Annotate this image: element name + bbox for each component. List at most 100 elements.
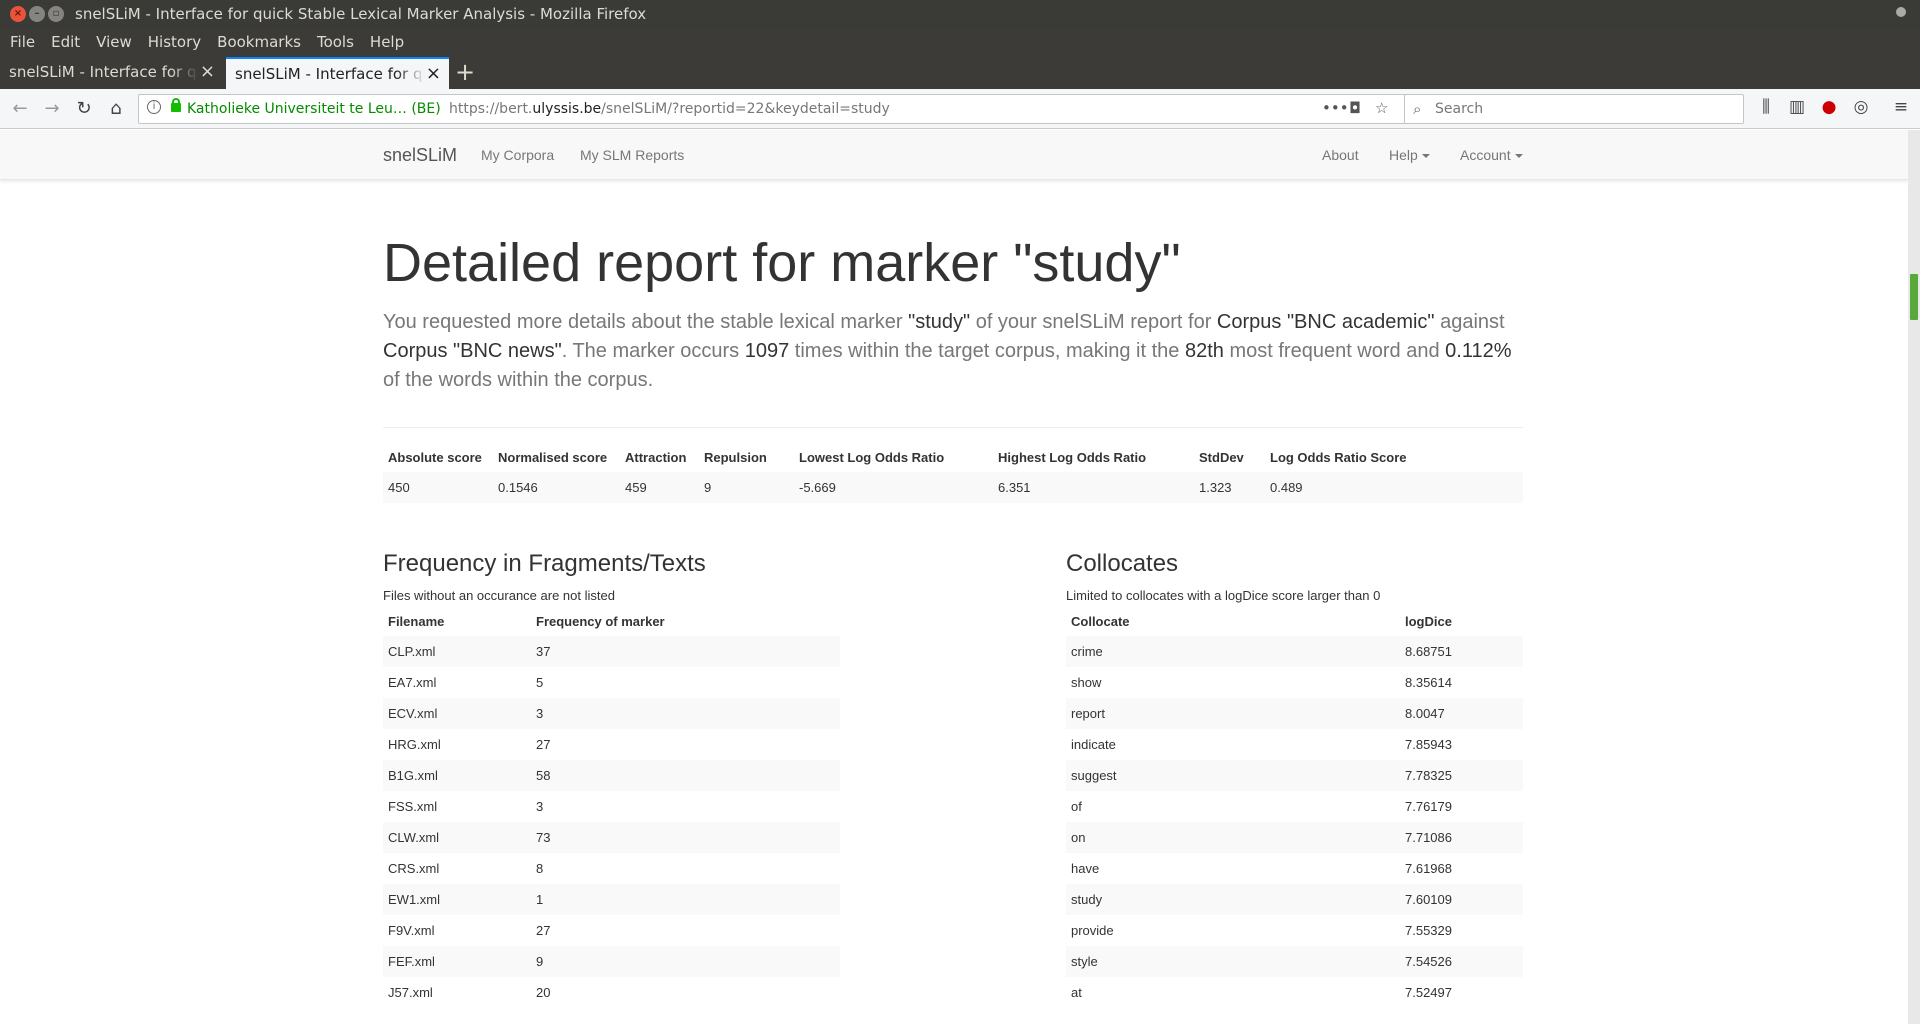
- tab-close-icon[interactable]: ×: [426, 59, 441, 89]
- table-cell: 7.61968: [1405, 861, 1452, 876]
- table-row: HRG.xml 27: [383, 729, 840, 760]
- table-cell: 7.78325: [1400, 760, 1523, 791]
- caret-down-icon: [1421, 154, 1430, 159]
- menu-edit[interactable]: Edit: [45, 33, 86, 51]
- table-cell: CLP.xml: [383, 636, 531, 667]
- table-row: EA7.xml 5: [383, 667, 840, 698]
- table-cell: 9: [531, 946, 840, 977]
- table-cell: -5.669: [794, 472, 993, 503]
- summary-text: against: [1434, 311, 1505, 333]
- menu-hamburger-icon[interactable]: ≡: [1890, 97, 1912, 117]
- menu-file[interactable]: File: [4, 33, 41, 51]
- table-cell: ECV.xml: [383, 698, 531, 729]
- url-path: /snelSLiM/?reportid=22&keydetail=study: [601, 101, 890, 117]
- back-icon[interactable]: ←: [8, 97, 32, 121]
- table-row: 450 0.1546 459 9 -5.669 6.351 1.323 0.48…: [383, 472, 1523, 503]
- nav-my-corpora[interactable]: My Corpora: [481, 147, 554, 163]
- col-collocate: Collocate: [1071, 614, 1130, 629]
- site-navbar: snelSLiM My Corpora My SLM Reports About…: [0, 130, 1908, 180]
- collocates-table: Collocate logDice crime 8.68751 show 8.3561…: [1066, 605, 1523, 1008]
- table-cell: J57.xml: [388, 985, 433, 1000]
- page-scrollbar[interactable]: [1908, 130, 1920, 1024]
- tab-close-icon[interactable]: ×: [200, 57, 215, 87]
- nav-about[interactable]: About: [1322, 147, 1359, 163]
- col-lowest-log-odds: Lowest Log Odds Ratio: [799, 450, 945, 465]
- menu-history[interactable]: History: [142, 33, 207, 51]
- window-title: snelSLiM - Interface for quick Stable Le…: [75, 5, 647, 23]
- url-text[interactable]: https://bert.ulyssis.be/snelSLiM/?report…: [449, 101, 890, 117]
- table-row: FEF.xml 9: [383, 946, 840, 977]
- site-brand[interactable]: snelSLiM: [383, 145, 457, 166]
- summary-occurrences: 1097: [744, 340, 790, 362]
- col-stddev: StdDev: [1199, 450, 1244, 465]
- table-cell: suggest: [1066, 760, 1400, 791]
- sidebar-icon[interactable]: ▥: [1786, 97, 1808, 117]
- tab-inactive[interactable]: snelSLiM - Interface for quick Stable Le…: [0, 57, 223, 89]
- new-tab-icon[interactable]: +: [455, 57, 475, 87]
- menu-help[interactable]: Help: [364, 33, 410, 51]
- table-cell: 8: [536, 861, 544, 876]
- lock-icon[interactable]: [171, 98, 181, 112]
- table-cell: EA7.xml: [388, 675, 437, 690]
- nav-help-dropdown[interactable]: Help: [1389, 147, 1430, 163]
- menu-bookmarks[interactable]: Bookmarks: [211, 33, 307, 51]
- col-normalised-score: Normalised score: [498, 450, 608, 465]
- col-absolute-score: Absolute score: [388, 450, 482, 465]
- library-icon[interactable]: ⫼: [1755, 97, 1777, 117]
- table-row: J57.xml 20: [383, 977, 840, 1008]
- frequency-heading: Frequency in Fragments/Texts: [383, 550, 706, 577]
- caret-down-icon: [1514, 154, 1523, 159]
- table-cell: 450: [383, 472, 493, 503]
- collocates-table-body: crime 8.68751 show 8.35614 report 8.0047 indic…: [1066, 636, 1523, 1008]
- table-row: have 7.61968: [1066, 853, 1523, 884]
- table-cell: 8.68751: [1400, 636, 1523, 667]
- window-minimize-icon[interactable]: –: [29, 6, 45, 22]
- menu-view[interactable]: View: [90, 33, 138, 51]
- table-cell: 7.52497: [1405, 985, 1452, 1000]
- summary-text: of the words within the corpus.: [383, 369, 654, 391]
- table-cell: 3: [536, 799, 544, 814]
- system-indicator-icon: [1896, 7, 1906, 17]
- col-repulsion: Repulsion: [704, 450, 767, 465]
- table-cell: B1G.xml: [383, 760, 531, 791]
- table-cell: 7.55329: [1405, 923, 1452, 938]
- forward-icon[interactable]: →: [40, 97, 64, 121]
- table-cell: EW1.xml: [383, 884, 531, 915]
- scrollbar-thumb[interactable]: [1910, 274, 1918, 320]
- table-header-row: Filename Frequency of marker: [383, 605, 840, 636]
- summary-text: of your snelSLiM report for: [970, 311, 1217, 333]
- table-cell: FSS.xml: [388, 799, 438, 814]
- search-box[interactable]: ⌕ Search: [1404, 94, 1744, 124]
- col-log-odds-score: Log Odds Ratio Score: [1270, 450, 1407, 465]
- tab-active[interactable]: snelSLiM - Interface for quick Stable Le…: [226, 57, 449, 89]
- window-close-icon[interactable]: ×: [10, 6, 26, 22]
- site-identity[interactable]: Katholieke Universiteit te Leu… (BE): [187, 101, 441, 117]
- summary-text: most frequent word and: [1223, 340, 1446, 362]
- page-actions-icon[interactable]: •••: [1322, 99, 1349, 117]
- table-row: at 7.52497: [1066, 977, 1523, 1008]
- table-cell: 7.76179: [1405, 799, 1452, 814]
- extension-record-icon[interactable]: ●: [1818, 97, 1840, 117]
- table-row: EW1.xml 1: [383, 884, 840, 915]
- col-highest-log-odds: Highest Log Odds Ratio: [998, 450, 1147, 465]
- table-row: study 7.60109: [1066, 884, 1523, 915]
- table-cell: 7.54526: [1400, 946, 1523, 977]
- table-cell: F9V.xml: [388, 923, 435, 938]
- pocket-icon[interactable]: ◘: [1349, 99, 1361, 117]
- bookmark-star-icon[interactable]: ☆: [1375, 99, 1388, 117]
- table-cell: report: [1066, 698, 1400, 729]
- window-maximize-icon[interactable]: ▫: [48, 6, 64, 22]
- table-cell: 3: [531, 698, 840, 729]
- nav-account-dropdown[interactable]: Account: [1460, 147, 1523, 163]
- menu-tools[interactable]: Tools: [311, 33, 360, 51]
- reload-icon[interactable]: ↻: [72, 97, 96, 121]
- tab-strip: snelSLiM - Interface for quick Stable Le…: [0, 55, 1920, 89]
- menubar: File Edit View History Bookmarks Tools H…: [0, 28, 1920, 55]
- table-cell: show: [1071, 675, 1102, 690]
- nav-my-slm-reports[interactable]: My SLM Reports: [580, 147, 684, 163]
- home-icon[interactable]: ⌂: [104, 97, 128, 121]
- url-bar[interactable]: i Katholieke Universiteit te Leu… (BE) h…: [138, 94, 1410, 124]
- info-icon[interactable]: i: [147, 100, 161, 114]
- table-cell: 9: [699, 472, 794, 503]
- extension-icon[interactable]: ◎: [1850, 97, 1872, 117]
